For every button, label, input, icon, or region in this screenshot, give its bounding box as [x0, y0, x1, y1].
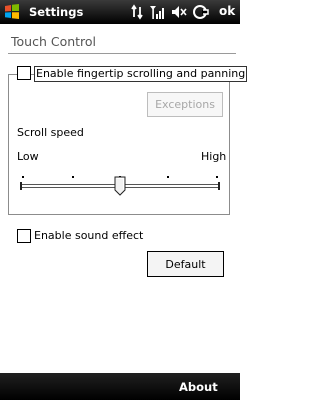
- sound-effect-checkbox[interactable]: [17, 229, 31, 243]
- slider-tick: [167, 176, 169, 178]
- page-title: Touch Control: [11, 34, 97, 49]
- fingertip-scrolling-checkbox[interactable]: [17, 66, 31, 80]
- volume-muted-icon[interactable]: [171, 3, 187, 21]
- slider-tick: [22, 176, 24, 178]
- fingertip-scrolling-label[interactable]: Enable fingertip scrolling and panning: [34, 66, 248, 82]
- signal-strength-icon: [149, 3, 166, 21]
- windows-start-icon[interactable]: [2, 2, 22, 22]
- data-connection-icon: [131, 3, 147, 21]
- slider-track-start: [20, 182, 22, 190]
- slider-tick: [216, 176, 218, 178]
- scroll-speed-high-label: High: [201, 150, 227, 163]
- scroll-speed-slider-thumb[interactable]: [114, 176, 126, 196]
- app-title: Settings: [29, 5, 84, 19]
- sound-effect-label[interactable]: Enable sound effect: [34, 229, 143, 243]
- default-button[interactable]: Default: [147, 251, 224, 277]
- slider-track-end: [218, 182, 220, 190]
- about-softkey[interactable]: About: [179, 380, 218, 394]
- ok-button[interactable]: ok: [219, 4, 235, 18]
- battery-icon[interactable]: [192, 3, 210, 21]
- scroll-speed-low-label: Low: [17, 150, 39, 163]
- title-divider: [8, 53, 236, 54]
- scroll-speed-label: Scroll speed: [17, 126, 84, 139]
- slider-tick: [72, 176, 74, 178]
- exceptions-button[interactable]: Exceptions: [147, 92, 223, 117]
